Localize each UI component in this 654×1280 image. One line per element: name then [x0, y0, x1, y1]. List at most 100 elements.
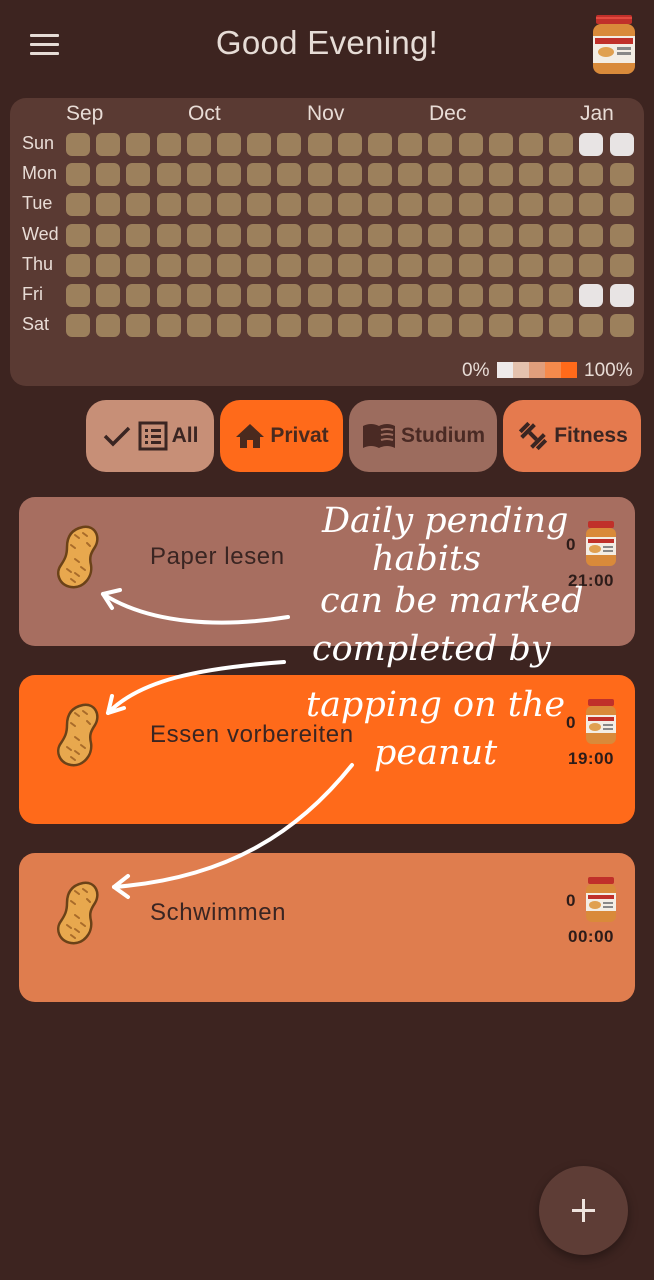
heatmap-cell [247, 133, 272, 156]
heatmap-cell [186, 133, 211, 156]
filter-all[interactable]: All [86, 400, 214, 472]
heatmap-cell [368, 163, 392, 187]
month-label: Jan [580, 102, 614, 125]
home-icon [236, 424, 265, 448]
legend-min-label: 0% [462, 360, 490, 381]
heatmap-cell [277, 223, 302, 247]
heatmap-cell [307, 163, 332, 187]
legend-swatch [497, 362, 513, 378]
heatmap-cell [428, 223, 453, 247]
heatmap-cell [66, 284, 90, 307]
heatmap-cell [579, 223, 604, 247]
heatmap-cell [96, 223, 121, 247]
filter-privat[interactable]: Privat [220, 400, 343, 472]
heatmap-cell [337, 193, 362, 217]
heatmap-cell [398, 314, 423, 338]
heatmap-cell [247, 253, 272, 277]
month-label: Dec [429, 102, 467, 125]
peanut-icon[interactable] [53, 523, 103, 591]
heatmap-cell [609, 133, 634, 156]
heatmap-cell [609, 253, 634, 277]
weekday-label: Sun [22, 133, 55, 153]
heatmap-cell [247, 223, 272, 247]
heatmap-cell [368, 133, 392, 156]
heatmap-cell [519, 223, 543, 247]
heatmap-cell [126, 253, 151, 277]
legend-swatch [545, 362, 561, 378]
heatmap-cell [579, 314, 604, 338]
annotation-line: completed by [312, 629, 551, 669]
legend-swatch [529, 362, 545, 378]
peanut-icon[interactable] [53, 701, 103, 769]
heatmap-cell [217, 284, 241, 307]
heatmap-cell [549, 284, 574, 307]
heatmap-cell [217, 253, 241, 277]
heatmap-cell [398, 193, 423, 217]
heatmap-cell [66, 314, 90, 338]
heatmap-cell [579, 193, 604, 217]
heatmap-cell [398, 163, 423, 187]
heatmap-cell [126, 193, 151, 217]
filter-studium-label: Studium [401, 424, 485, 447]
heatmap-cell [398, 253, 423, 277]
peanut-icon[interactable] [53, 879, 103, 947]
weekday-label: Thu [22, 253, 54, 274]
book-icon [363, 424, 395, 448]
annotation-line: can be marked [320, 581, 584, 621]
heatmap-cell [368, 193, 392, 217]
heatmap-cell [549, 163, 574, 187]
heatmap-cell [398, 223, 423, 247]
heatmap-cell [609, 314, 634, 338]
heatmap-cell [277, 284, 302, 307]
dumbbell-icon [519, 421, 548, 451]
heatmap-cell [66, 253, 90, 277]
habit-time: 00:00 [568, 927, 614, 946]
weekday-label: Fri [22, 284, 43, 304]
heatmap-cell [126, 314, 151, 338]
heatmap-cell [337, 163, 362, 187]
heatmap-cell [488, 163, 513, 187]
habit-time: 19:00 [568, 749, 614, 768]
heatmap-cell [519, 133, 543, 156]
heatmap-cell [458, 133, 483, 156]
heatmap-cell [156, 253, 181, 277]
filter-all-label: All [171, 424, 199, 447]
heatmap-cell [247, 284, 272, 307]
habit-card[interactable]: Schwimmen 0 00:00 [19, 853, 635, 1002]
filter-studium[interactable]: Studium [349, 400, 497, 472]
heatmap-cell [337, 314, 362, 338]
heatmap-cell [156, 223, 181, 247]
peanut-butter-jar-icon [586, 699, 616, 744]
heatmap-cell [96, 193, 121, 217]
weekday-label: Tue [22, 193, 53, 214]
heatmap-cell [488, 133, 513, 156]
peanut-butter-jar-icon [586, 877, 616, 922]
heatmap-cell [126, 163, 151, 187]
heatmap-cell [579, 133, 604, 156]
heatmap-cell [307, 253, 332, 277]
heatmap-cell [186, 163, 211, 187]
filter-privat-label: Privat [270, 424, 329, 447]
add-habit-button[interactable] [539, 1166, 628, 1255]
peanut-butter-jar-icon[interactable] [590, 14, 638, 76]
heatmap-cell [458, 253, 483, 277]
heatmap-cell [247, 314, 272, 338]
heatmap-cell [307, 314, 332, 338]
filter-fitness[interactable]: Fitness [503, 400, 641, 472]
page-title: Good Evening! [215, 24, 439, 61]
heatmap-cell [488, 284, 513, 307]
heatmap-cell [428, 253, 453, 277]
heatmap-cell [428, 163, 453, 187]
heatmap-cell [156, 314, 181, 338]
heatmap-cell [96, 284, 121, 307]
heatmap-cell [458, 163, 483, 187]
heatmap-cell [156, 163, 181, 187]
heatmap-cell [609, 163, 634, 187]
legend-gradient [497, 362, 577, 378]
heatmap-cell [519, 284, 543, 307]
heatmap-cell [609, 223, 634, 247]
legend-max-label: 100% [584, 360, 633, 381]
heatmap-cell [186, 253, 211, 277]
heatmap-cell [156, 193, 181, 217]
annotation-line: peanut [374, 733, 498, 773]
